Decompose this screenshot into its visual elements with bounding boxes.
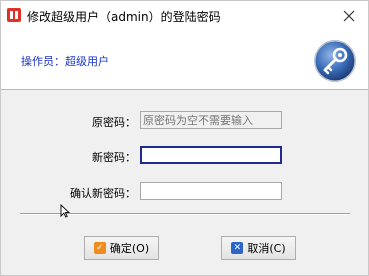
- app-icon: [7, 8, 21, 22]
- password-dialog: 修改超级用户（admin）的登陆密码 操作员：超级用户 原密码： 原密码为空不需…: [0, 0, 369, 276]
- cancel-button-label: 取消(C): [247, 242, 286, 255]
- ok-button-label: 确定(O): [109, 242, 150, 255]
- close-icon[interactable]: [336, 3, 362, 29]
- confirm-password-label: 确认新密码：: [70, 187, 136, 200]
- new-password-row: 新密码：: [1, 146, 368, 166]
- window-title: 修改超级用户（admin）的登陆密码: [27, 10, 221, 24]
- new-password-field[interactable]: [140, 146, 282, 164]
- key-icon: [314, 40, 356, 82]
- operator-label: 操作员：超级用户: [21, 55, 109, 68]
- confirm-password-row: 确认新密码：: [1, 182, 368, 202]
- ok-button[interactable]: ✓ 确定(O): [84, 236, 159, 260]
- check-icon: ✓: [93, 242, 106, 254]
- confirm-password-field[interactable]: [140, 182, 282, 200]
- x-icon: ✕: [231, 242, 244, 254]
- old-password-row: 原密码：: [1, 111, 368, 131]
- header-band: 操作员：超级用户: [1, 31, 368, 90]
- old-password-field: [140, 111, 282, 129]
- old-password-label: 原密码：: [92, 116, 136, 129]
- title-bar[interactable]: 修改超级用户（admin）的登陆密码: [1, 1, 368, 31]
- cancel-button[interactable]: ✕ 取消(C): [221, 236, 296, 260]
- mouse-cursor-icon: [60, 204, 70, 218]
- new-password-label: 新密码：: [92, 151, 136, 164]
